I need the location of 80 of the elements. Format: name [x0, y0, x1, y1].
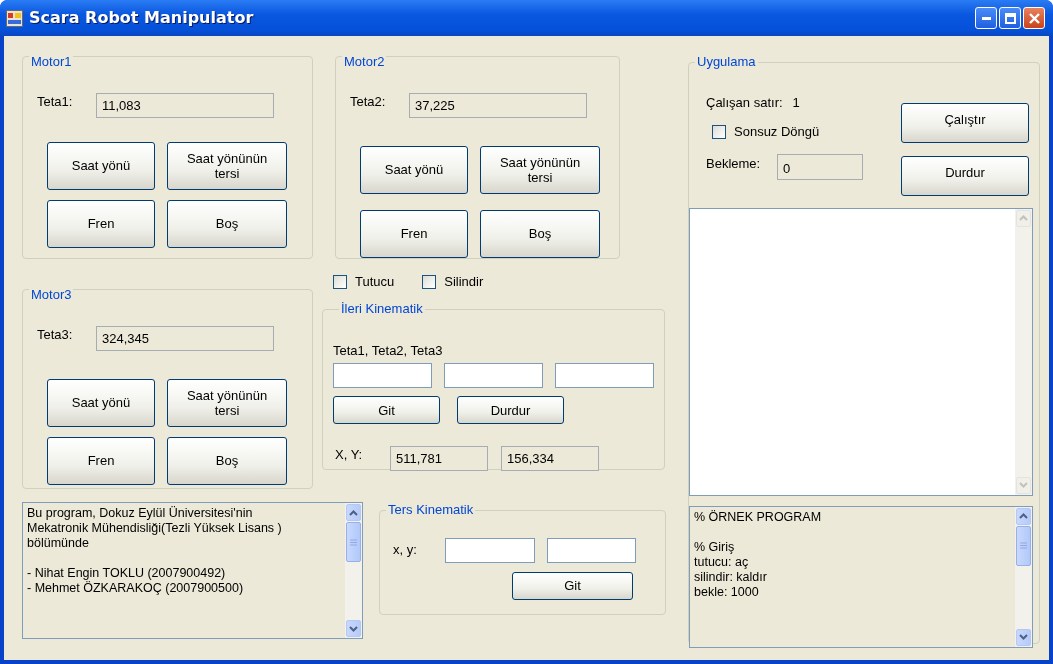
checkbox[interactable] — [422, 275, 437, 289]
value-field[interactable]: 11,083 — [96, 92, 274, 118]
input-field[interactable] — [445, 537, 535, 563]
checkbox-label: Tutucu — [355, 273, 395, 292]
scrollbar[interactable] — [345, 503, 362, 638]
grip-icon — [1020, 542, 1027, 549]
motor-button[interactable]: Boş — [480, 209, 600, 258]
scrollbar-thumb[interactable] — [346, 522, 361, 562]
scroll-up-button[interactable] — [1016, 507, 1031, 525]
value-field[interactable]: 156,334 — [501, 446, 599, 471]
current-line-value: 1 — [792, 93, 800, 112]
close-icon — [1028, 12, 1040, 24]
run-button[interactable]: Durdur — [901, 155, 1029, 196]
kinematics-button[interactable]: Durdur — [457, 396, 564, 424]
scrollbar-thumb[interactable] — [1016, 525, 1031, 566]
field-label: Teta3: — [37, 326, 74, 345]
text-line: % Giriş — [694, 539, 736, 555]
text-line: Bu program, Dokuz Eylül Üniversitesi'nin — [27, 506, 254, 521]
motor-button[interactable]: Boş — [167, 436, 287, 485]
info-text-area[interactable]: Bu program, Dokuz Eylül Üniversitesi'nin Mekatronik Mühendisliği(Tezli Yüksek Lisans ) bölümünde - Nihat Engin TOKLU (2007900492) - Mehmet ÖZKARAKOÇ (2007900500) — [22, 502, 363, 639]
close-button[interactable] — [1023, 7, 1045, 29]
maximize-button[interactable] — [999, 7, 1021, 29]
text-line: silindir: kaldır — [694, 569, 768, 585]
text-line: - Nihat Engin TOKLU (2007900492) — [27, 566, 227, 581]
motor-button[interactable]: Saat yönünün tersi — [480, 145, 600, 194]
chevron-down-icon — [1019, 634, 1028, 640]
text-line: bölümünde — [27, 536, 90, 551]
motor-button[interactable]: Saat yönünün tersi — [167, 141, 287, 190]
scroll-down-button[interactable] — [1016, 628, 1031, 646]
run-button[interactable]: Çalıştır — [901, 102, 1029, 143]
field-label: X, Y: — [335, 445, 364, 464]
minimize-button[interactable] — [975, 7, 997, 29]
input-field[interactable] — [555, 363, 654, 388]
input-field[interactable] — [333, 363, 432, 388]
checkbox-label: Silindir — [444, 273, 484, 292]
scroll-down-button[interactable] — [346, 620, 361, 637]
field-label: x, y: — [393, 541, 418, 560]
text-line: % ÖRNEK PROGRAM — [694, 509, 823, 525]
text-line: - Mehmet ÖZKARAKOÇ (2007900500) — [27, 581, 245, 596]
input-field[interactable] — [444, 363, 543, 388]
scrollbar[interactable] — [1015, 506, 1032, 647]
field-label: Çalışan satır: — [706, 93, 783, 112]
chevron-up-icon — [1019, 513, 1028, 519]
text-line: bekle: 1000 — [694, 584, 760, 600]
chevron-down-icon — [1019, 482, 1028, 488]
inputs-label: Teta1, Teta2, Teta3 — [333, 341, 444, 360]
motor-button[interactable]: Saat yönü — [360, 145, 468, 194]
program-editor[interactable]: % ÖRNEK PROGRAM % Giriş tutucu: aç silindir: kaldır bekle: 1000 — [689, 505, 1033, 648]
maximize-icon — [1004, 12, 1016, 24]
window-title: Scara Robot Manipulator — [29, 7, 254, 29]
motor-button[interactable]: Saat yönü — [47, 141, 155, 190]
grip-icon — [350, 538, 357, 546]
group-title: Uygulama — [695, 54, 758, 70]
field-label: Teta2: — [350, 93, 387, 112]
value-field[interactable]: 324,345 — [96, 325, 274, 351]
app-icon — [6, 9, 23, 27]
text-line: tutucu: aç — [694, 554, 750, 570]
go-button[interactable]: Git — [512, 571, 633, 600]
checkbox[interactable] — [712, 124, 726, 139]
scroll-up-button[interactable] — [346, 504, 361, 521]
checkbox-label: Sonsuz Döngü — [734, 123, 820, 141]
motor-button[interactable]: Boş — [167, 199, 287, 248]
motor-button[interactable]: Saat yönünün tersi — [167, 378, 287, 427]
chevron-down-icon — [349, 625, 358, 632]
field-label: Bekleme: — [706, 154, 762, 173]
delay-field[interactable]: 0 — [777, 153, 863, 180]
motor-button[interactable]: Fren — [47, 199, 155, 248]
chevron-up-icon — [1019, 215, 1028, 221]
input-field[interactable] — [547, 537, 636, 563]
text-line: Mekatronik Mühendisliği(Tezli Yüksek Lisans ) — [27, 521, 283, 536]
checkbox[interactable] — [333, 275, 347, 289]
motor-button[interactable]: Fren — [47, 436, 155, 485]
minimize-icon — [981, 16, 991, 20]
kinematics-button[interactable]: Git — [333, 396, 440, 424]
motor-button[interactable]: Saat yönü — [47, 378, 155, 427]
value-field[interactable]: 511,781 — [390, 446, 488, 471]
field-label: Teta1: — [37, 93, 74, 112]
value-field[interactable]: 37,225 — [409, 92, 587, 118]
motor-button[interactable]: Fren — [360, 209, 468, 258]
chevron-up-icon — [349, 509, 358, 516]
